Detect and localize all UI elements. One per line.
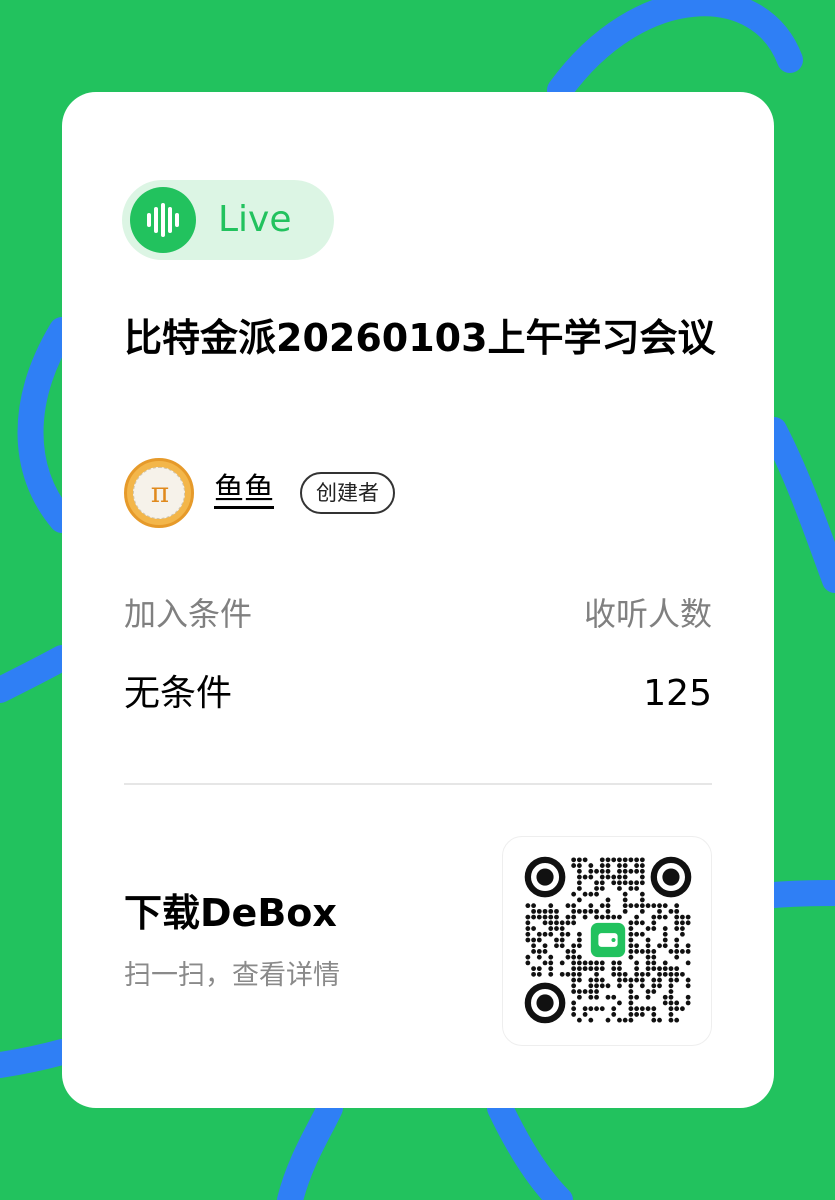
live-badge: Live (122, 180, 334, 260)
listeners-value: 125 (643, 673, 712, 714)
creator-row: π 鱼鱼 创建者 (124, 458, 724, 530)
download-subtitle: 扫一扫，查看详情 (124, 960, 340, 991)
room-title: 比特金派20260103上午学习会议 (124, 316, 716, 360)
audio-wave-icon (130, 187, 196, 253)
live-room-card: Live 比特金派20260103上午学习会议 π 鱼鱼 创建者 加入条件 收听… (62, 92, 774, 1108)
pi-avatar-icon[interactable]: π (124, 458, 194, 528)
join-condition-value: 无条件 (124, 673, 233, 714)
live-label: Live (218, 199, 292, 240)
creator-role-badge: 创建者 (300, 472, 395, 514)
qr-code-icon (502, 836, 712, 1046)
divider (124, 783, 712, 785)
listeners-label: 收听人数 (583, 595, 712, 633)
creator-name[interactable]: 鱼鱼 (214, 468, 274, 512)
join-condition-label: 加入条件 (124, 595, 253, 633)
download-title: 下载DeBox (124, 891, 337, 935)
